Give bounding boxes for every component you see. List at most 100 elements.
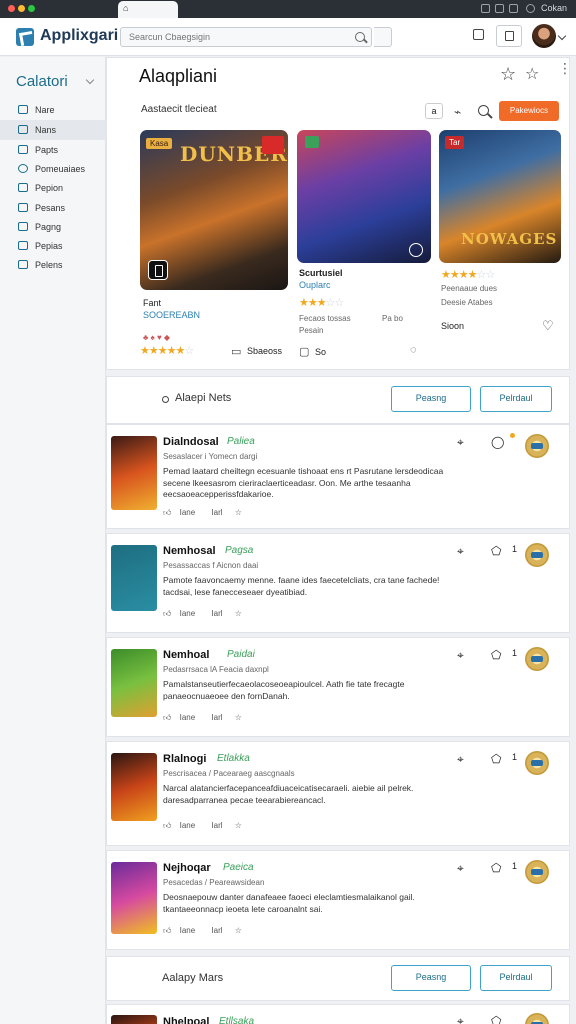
thumbs-up-icon[interactable]: 👍︎ (163, 508, 171, 517)
pin-icon[interactable]: ⌖ (457, 648, 464, 663)
thumbs-up-icon[interactable]: 👍︎ (163, 713, 171, 722)
review-thumbnail[interactable] (111, 649, 157, 717)
thumbs-up-icon[interactable]: 👍︎ (163, 609, 171, 618)
review-action-1[interactable]: Iane (180, 609, 196, 618)
chat-icon[interactable]: ⬠ (491, 752, 501, 766)
review-thumbnail[interactable] (111, 753, 157, 821)
secondary-filter-button[interactable]: Pelrdaul (480, 965, 552, 991)
chevron-down-icon[interactable] (85, 75, 95, 85)
close-window-dot[interactable] (8, 5, 15, 12)
primary-filter-button[interactable]: Peasng (391, 965, 471, 991)
review-action-2[interactable]: Iarl (211, 926, 222, 935)
review-card[interactable]: Rlalnogi Etlakka Pescrisacea / Pacearaeg… (106, 741, 570, 846)
browser-tab[interactable]: ⌂ (118, 1, 178, 18)
review-title[interactable]: Rlalnogi (163, 753, 206, 765)
star-icon[interactable]: ☆ (235, 926, 242, 935)
window-split-icon[interactable] (509, 4, 518, 13)
review-action-1[interactable]: Iane (180, 926, 196, 935)
window-menu-icon[interactable] (481, 4, 490, 13)
review-thumbnail[interactable] (111, 436, 157, 510)
game-action-label[interactable]: Sbaeoss (247, 346, 282, 356)
review-card[interactable]: Nejhoqar Paeica Pesacedas / Peareawsidea… (106, 850, 570, 950)
sidebar-item[interactable]: Pelens (0, 255, 106, 275)
review-action-1[interactable]: Iane (180, 821, 196, 830)
comment-icon[interactable]: ▭ (231, 345, 241, 358)
sidebar-item[interactable]: Pepias (0, 236, 106, 256)
chat-icon[interactable]: ⬠ (491, 1014, 501, 1024)
sidebar-title[interactable]: Calatori (16, 73, 68, 90)
tag-icon[interactable]: ⌁ (454, 105, 461, 119)
sidebar-item[interactable]: Papts (0, 140, 106, 160)
star-icon[interactable]: ☆ (500, 64, 516, 85)
search-icon[interactable] (478, 105, 489, 116)
game-cover-image[interactable] (297, 130, 431, 263)
review-thumbnail[interactable] (111, 1015, 157, 1024)
comment-icon[interactable]: ◌ (410, 344, 417, 356)
search-input[interactable] (121, 28, 341, 46)
review-action-2[interactable]: Iarl (211, 508, 222, 517)
notification-icon[interactable] (473, 29, 484, 40)
sidebar-item[interactable]: Pagng (0, 217, 106, 237)
review-title[interactable]: Dialndosal (163, 436, 219, 448)
sidebar-item-active[interactable]: Nans (0, 120, 106, 140)
review-card[interactable]: Nhelpoal Etllsaka ⌖ ⬠ (106, 1004, 570, 1024)
review-title[interactable]: Nejhoqar (163, 862, 211, 874)
heart-icon[interactable]: ♡ (542, 318, 554, 334)
review-thumbnail[interactable] (111, 862, 157, 934)
star-icon[interactable]: ☆ (235, 508, 242, 517)
pin-icon[interactable]: ⌖ (457, 1014, 464, 1024)
chat-icon[interactable]: ⬠ (491, 861, 501, 875)
sidebar-item[interactable]: Pomeuaiaes (0, 159, 106, 179)
game-cover-image[interactable]: DUNBER Kasa (140, 130, 288, 290)
game-cover-image[interactable]: Tar NOWAGES (439, 130, 561, 263)
review-card[interactable]: Dialndosal Paliea Sesaslacer i Yomecn da… (106, 424, 570, 529)
star-icon[interactable]: ☆ (525, 64, 539, 84)
review-thumbnail[interactable] (111, 545, 157, 611)
pin-icon[interactable]: ⌖ (457, 752, 464, 767)
review-action-1[interactable]: Iane (180, 508, 196, 517)
review-action-2[interactable]: Iarl (211, 609, 222, 618)
cta-button[interactable]: Pakewiocs (499, 101, 559, 121)
pin-icon[interactable]: ⌖ (457, 544, 464, 559)
review-title[interactable]: Nemhosal (163, 545, 216, 557)
review-title[interactable]: Nemhoal (163, 649, 209, 661)
section-title: Aalapy Mars (162, 972, 224, 984)
pin-icon[interactable]: ⌖ (457, 861, 464, 876)
game-action-label[interactable]: So (315, 347, 326, 357)
sidebar-item[interactable]: Nare (0, 100, 106, 120)
maximize-window-dot[interactable] (28, 5, 35, 12)
chat-icon[interactable]: ⬠ (491, 544, 501, 558)
pin-icon[interactable]: ⌖ (457, 435, 464, 450)
review-title[interactable]: Nhelpoal (163, 1016, 209, 1024)
cart-button[interactable] (496, 25, 522, 47)
primary-filter-button[interactable]: Peasng (391, 386, 471, 412)
avatar[interactable] (532, 24, 556, 48)
review-action-1[interactable]: Iane (180, 713, 196, 722)
more-vertical-icon[interactable]: ⋮ (558, 61, 572, 75)
chat-icon[interactable]: ◯ (491, 435, 504, 449)
filter-chip[interactable]: a (425, 103, 443, 119)
search-icon[interactable] (355, 32, 365, 42)
video-icon[interactable]: ▢ (299, 345, 309, 358)
thumbs-up-icon[interactable]: 👍︎ (163, 926, 171, 935)
chevron-down-icon[interactable] (557, 31, 567, 41)
star-icon[interactable]: ☆ (235, 713, 242, 722)
sidebar-item[interactable]: Pepion (0, 178, 106, 198)
tag-icon (18, 222, 28, 231)
minimize-window-dot[interactable] (18, 5, 25, 12)
sidebar-item[interactable]: Pesans (0, 198, 106, 218)
window-lock-icon[interactable] (526, 4, 535, 13)
review-card[interactable]: Nemhosal Pagsa Pesassaccas f Aicnon daai… (106, 533, 570, 633)
chat-icon[interactable]: ⬠ (491, 648, 501, 662)
star-icon[interactable]: ☆ (235, 609, 242, 618)
review-action-2[interactable]: Iarl (211, 713, 222, 722)
secondary-filter-button[interactable]: Pelrdaul (480, 386, 552, 412)
star-icon[interactable]: ☆ (235, 821, 242, 830)
reply-count: 1 (512, 544, 518, 554)
window-tile-icon[interactable] (495, 4, 504, 13)
thumbs-up-icon[interactable]: 👍︎ (163, 821, 171, 830)
search-clear-button[interactable] (374, 27, 392, 47)
review-action-2[interactable]: Iarl (211, 821, 222, 830)
review-card[interactable]: Nemhoal Paidai Pedasrrsaca lA Feacia dax… (106, 637, 570, 737)
game-badge: Tar (445, 136, 465, 149)
